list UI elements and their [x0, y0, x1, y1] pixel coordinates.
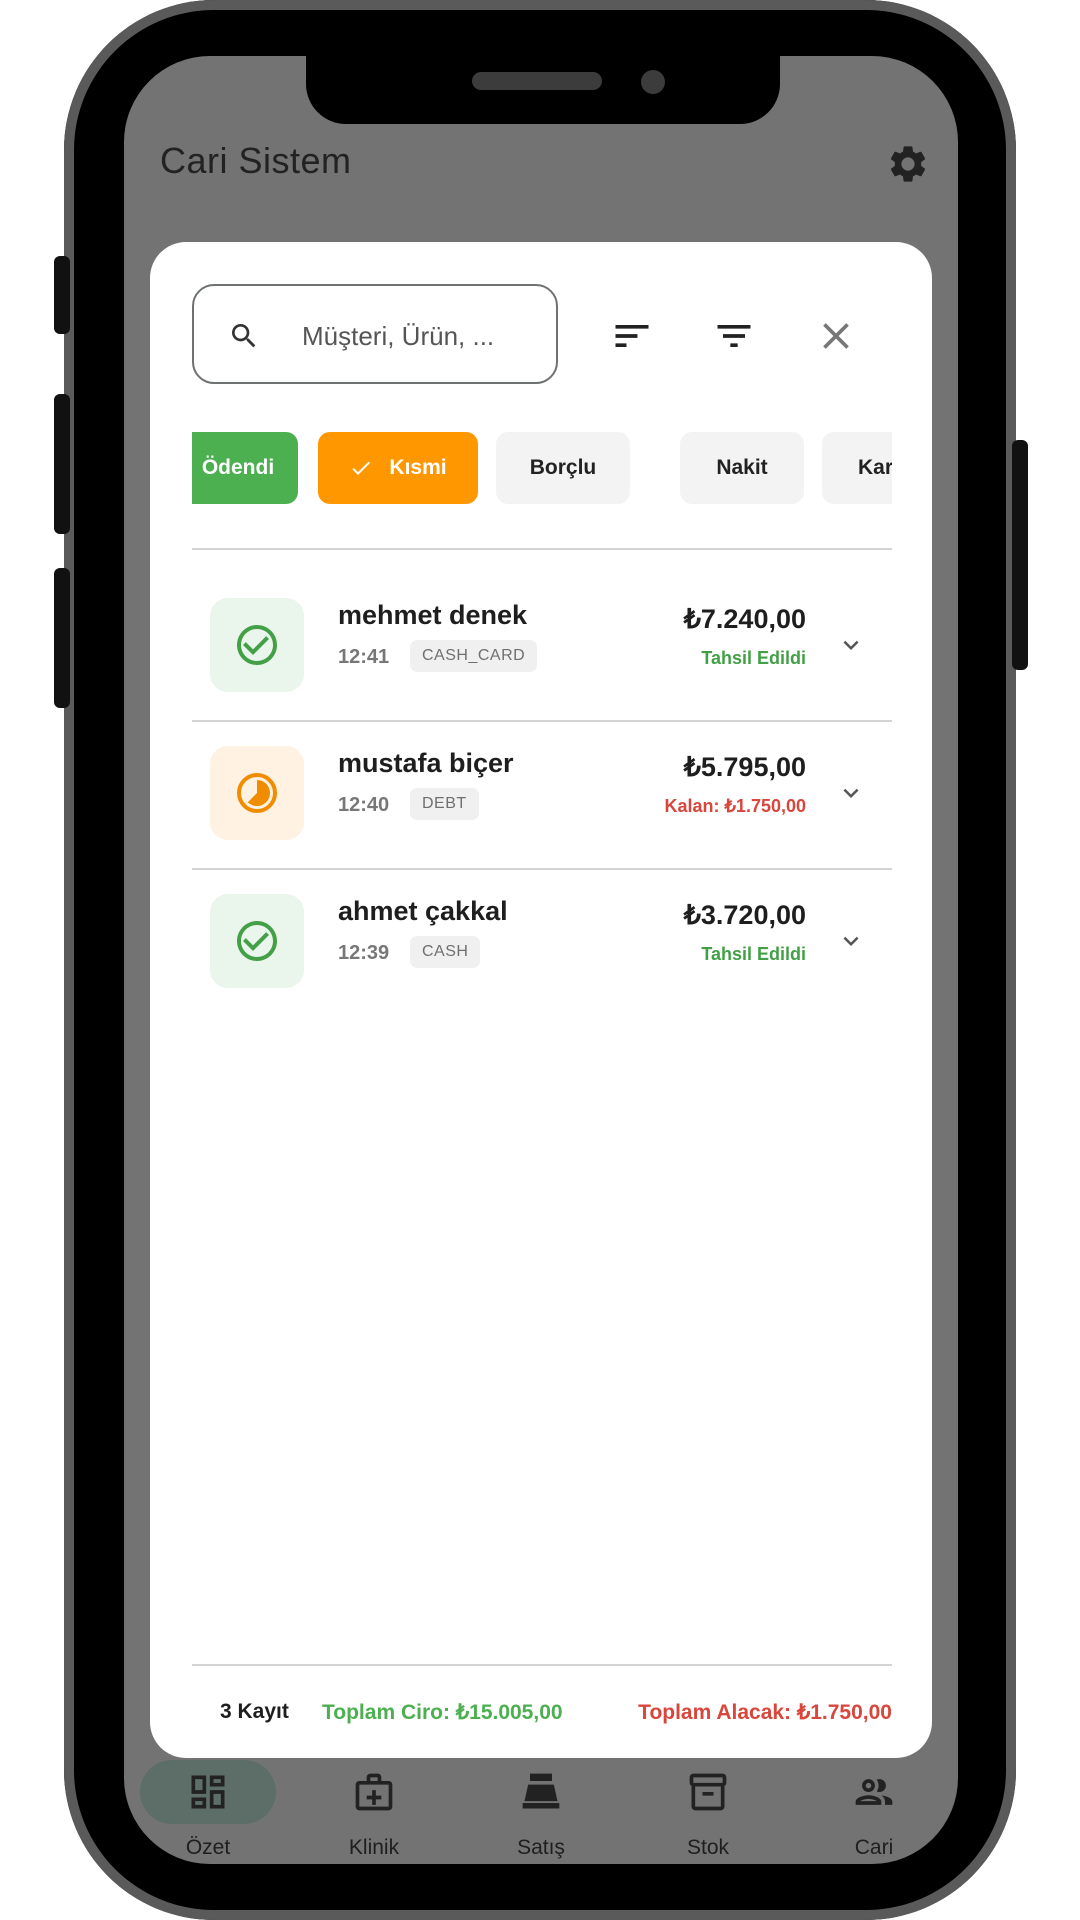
- filter-chips: Ödendi Kısmi Borçlu Nakit Kart: [192, 432, 892, 508]
- chevron-down-icon[interactable]: [836, 630, 866, 660]
- chip-kart[interactable]: Kart: [822, 432, 892, 504]
- transaction-row[interactable]: mehmet denek 12:41 CASH_CARD ₺7.240,00 T…: [192, 580, 892, 726]
- transaction-row[interactable]: mustafa biçer 12:40 DEBT ₺5.795,00 Kalan…: [192, 728, 892, 874]
- nav-label: Cari: [854, 1836, 894, 1859]
- nav-item-satis[interactable]: Satış: [457, 1760, 625, 1880]
- total-receivable: Toplam Alacak: ₺1.750,00: [638, 1701, 892, 1724]
- nav-label: Satış: [517, 1836, 565, 1859]
- dashboard-icon: [191, 1775, 225, 1809]
- payment-method-tag: DEBT: [410, 788, 479, 820]
- payment-method-tag: CASH: [410, 936, 481, 968]
- status-badge: [210, 894, 304, 988]
- front-camera: [641, 70, 665, 94]
- chip-label: Nakit: [716, 456, 768, 479]
- search-icon: [232, 324, 256, 348]
- transaction-time: 12:40: [338, 794, 390, 816]
- check-icon: [352, 461, 371, 475]
- status-text: Tahsil Edildi: [701, 648, 806, 668]
- chip-label: Ödendi: [201, 456, 275, 479]
- sort-icon[interactable]: [610, 314, 654, 358]
- people-icon: [855, 1779, 893, 1805]
- mute-switch: [54, 256, 70, 334]
- power-button: [1012, 440, 1028, 670]
- divider: [192, 720, 892, 722]
- customer-name: mustafa biçer: [338, 748, 514, 778]
- search-input[interactable]: [302, 316, 522, 356]
- close-icon[interactable]: [814, 314, 858, 358]
- customer-name: mehmet denek: [338, 600, 528, 630]
- filter-sheet: Ödendi Kısmi Borçlu Nakit Kart mehmet de…: [150, 242, 932, 1758]
- volume-up-button: [54, 394, 70, 534]
- chip-label: Kart: [858, 456, 892, 479]
- status-text: Kalan: ₺1.750,00: [664, 796, 806, 816]
- divider: [192, 548, 892, 550]
- transaction-time: 12:39: [338, 942, 390, 964]
- chip-label: Borçlu: [529, 456, 597, 479]
- search-box[interactable]: [192, 284, 558, 384]
- chevron-down-icon[interactable]: [836, 778, 866, 808]
- app-title: Cari Sistem: [160, 140, 352, 181]
- volume-down-button: [54, 568, 70, 708]
- speaker: [472, 72, 602, 90]
- total-revenue: Toplam Ciro: ₺15.005,00: [322, 1701, 563, 1724]
- customer-name: ahmet çakkal: [338, 896, 508, 926]
- nav-item-stok[interactable]: Stok: [624, 1760, 792, 1880]
- status-badge: [210, 746, 304, 840]
- medical-bag-icon: [355, 1773, 393, 1811]
- nav-item-ozet[interactable]: Özet: [124, 1760, 292, 1880]
- check-circle-icon: [237, 921, 277, 961]
- archive-box-icon: [689, 1773, 727, 1811]
- nav-item-klinik[interactable]: Klinik: [290, 1760, 458, 1880]
- nav-label: Klinik: [348, 1836, 400, 1859]
- payment-method-tag: CASH_CARD: [410, 640, 538, 672]
- nav-label: Özet: [185, 1836, 231, 1859]
- transaction-amount: ₺5.795,00: [683, 752, 806, 782]
- record-count: 3 Kayıt: [220, 1700, 289, 1723]
- check-circle-icon: [237, 625, 277, 665]
- divider: [192, 868, 892, 870]
- summary-footer: 3 Kayıt Toplam Ciro: ₺15.005,00 Toplam A…: [192, 1694, 892, 1734]
- status-text: Tahsil Edildi: [701, 944, 806, 964]
- transaction-amount: ₺7.240,00: [683, 604, 806, 634]
- status-badge: [210, 598, 304, 692]
- filter-icon[interactable]: [712, 314, 756, 358]
- transaction-row[interactable]: ahmet çakkal 12:39 CASH ₺3.720,00 Tahsil…: [192, 876, 892, 1022]
- footer-divider: [192, 1664, 892, 1666]
- partial-circle-icon: [237, 773, 277, 813]
- bottom-navigation: Özet Klinik Satış Stok Cari: [124, 1760, 958, 1880]
- transaction-amount: ₺3.720,00: [683, 900, 806, 930]
- transaction-time: 12:41: [338, 646, 390, 668]
- chip-label: Kısmi: [389, 456, 447, 479]
- chip-borclu[interactable]: Borçlu: [496, 432, 630, 504]
- cash-register-icon: [522, 1773, 560, 1809]
- chevron-down-icon[interactable]: [836, 926, 866, 956]
- chip-nakit[interactable]: Nakit: [680, 432, 804, 504]
- gear-icon[interactable]: [886, 142, 930, 186]
- chip-kismi[interactable]: Kısmi: [318, 432, 478, 504]
- nav-label: Stok: [686, 1836, 730, 1859]
- chip-odendi[interactable]: Ödendi: [192, 432, 298, 504]
- nav-item-cari[interactable]: Cari: [790, 1760, 958, 1880]
